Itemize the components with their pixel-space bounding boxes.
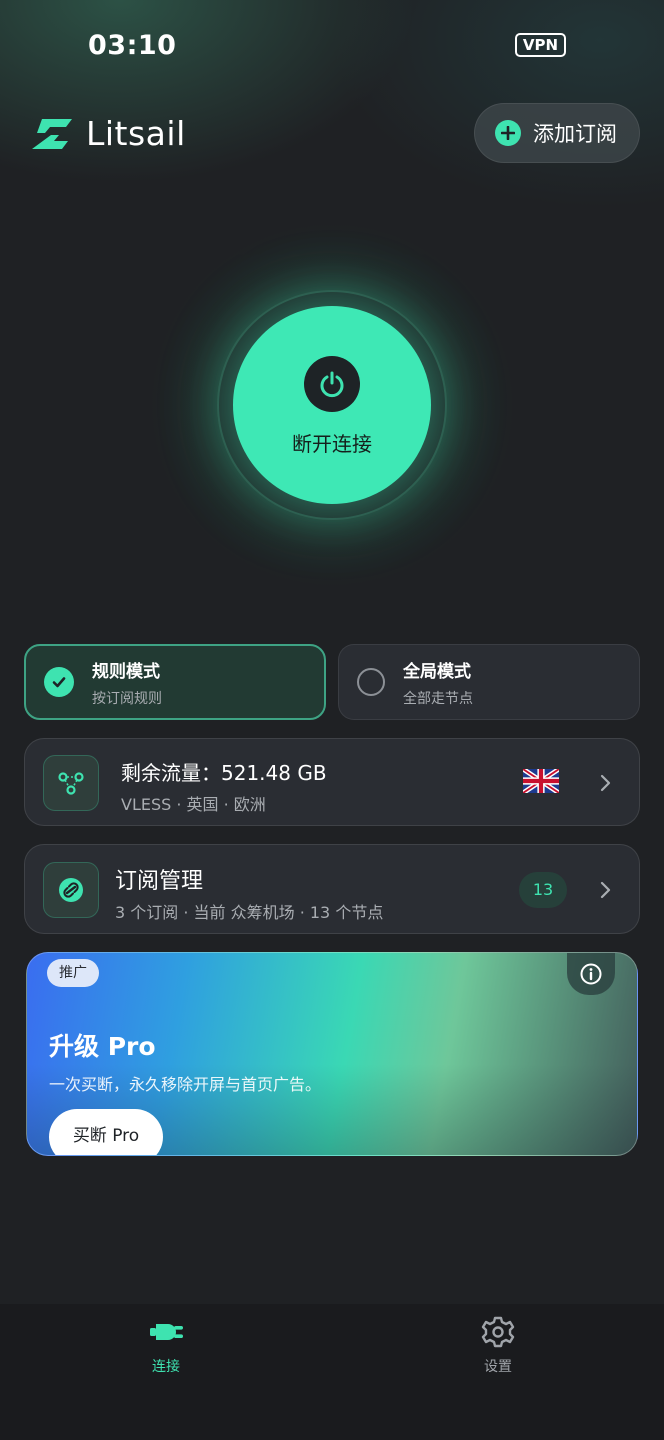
buy-pro-button[interactable]: 买断 Pro (49, 1109, 163, 1155)
status-bar: 03:10 VPN (0, 28, 664, 64)
subscription-card[interactable]: 订阅管理 3 个订阅 · 当前 众筹机场 · 13 个节点 13 (24, 844, 640, 934)
status-time: 03:10 (88, 30, 177, 61)
promo-title: 升级 Pro (49, 1032, 156, 1061)
rule-mode-option[interactable]: 规则模式 按订阅规则 (24, 644, 326, 720)
global-mode-option[interactable]: 全局模式 全部走节点 (338, 644, 640, 720)
uk-flag-icon (523, 769, 559, 793)
tab-settings[interactable]: 设置 (448, 1316, 548, 1376)
radio-unselected-icon (357, 668, 385, 696)
chevron-right-icon (600, 881, 611, 899)
tab-connect-label: 连接 (152, 1359, 180, 1375)
disconnect-button[interactable]: 断开连接 (233, 306, 431, 504)
disconnect-label: 断开连接 (292, 432, 372, 456)
plug-icon (150, 1324, 183, 1340)
tab-settings-label: 设置 (484, 1359, 512, 1375)
header: Litsail 添加订阅 (0, 100, 664, 166)
add-subscription-label: 添加订阅 (533, 122, 617, 146)
global-mode-title: 全局模式 (403, 661, 471, 682)
rule-mode-title: 规则模式 (92, 661, 160, 682)
app-name: Litsail (86, 114, 186, 153)
node-details: VLESS · 英国 · 欧洲 (121, 795, 266, 814)
remaining-traffic: 剩余流量：521.48 GB (121, 761, 327, 785)
subscription-details: 3 个订阅 · 当前 众筹机场 · 13 个节点 (115, 903, 384, 922)
link-icon (43, 862, 99, 918)
gear-icon (481, 1316, 515, 1348)
app-logo: Litsail (28, 114, 186, 153)
subscription-title: 订阅管理 (115, 869, 204, 894)
node-network-icon (43, 755, 99, 811)
power-icon (304, 356, 360, 412)
rule-mode-subtitle: 按订阅规则 (92, 690, 162, 707)
chevron-right-icon (600, 774, 611, 792)
plus-icon (495, 120, 521, 146)
vpn-badge: VPN (514, 33, 566, 57)
bottom-tab-bar: 连接 设置 (0, 1304, 664, 1440)
litsail-logo-icon (32, 118, 72, 149)
traffic-card[interactable]: 剩余流量：521.48 GB VLESS · 英国 · 欧洲 (24, 738, 640, 826)
node-count-badge: 13 (519, 872, 567, 908)
connection-control: 断开连接 (217, 290, 447, 520)
promo-banner[interactable]: 推广 升级 Pro 一次买断，永久移除开屏与首页广告。 买断 Pro (26, 952, 638, 1156)
add-subscription-button[interactable]: 添加订阅 (474, 103, 640, 163)
global-mode-subtitle: 全部走节点 (403, 690, 473, 707)
tab-connect[interactable]: 连接 (116, 1316, 216, 1376)
info-icon[interactable] (567, 953, 615, 995)
promo-description: 一次买断，永久移除开屏与首页广告。 (49, 1075, 322, 1094)
promo-tag: 推广 (47, 959, 99, 987)
check-icon (44, 667, 74, 697)
